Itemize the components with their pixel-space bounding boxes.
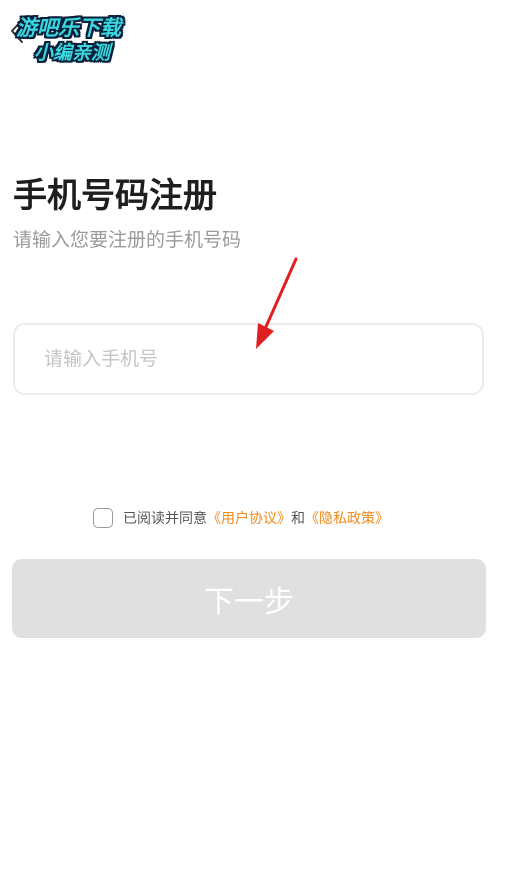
phone-input[interactable] [15,325,482,393]
next-step-button[interactable]: 下一步 [12,559,486,638]
watermark-line-2: 小编亲测 [34,42,111,64]
agreement-row: 已阅读并同意 《用户协议》 和 《隐私政策》 [93,506,389,530]
agreement-conjunction: 和 [291,511,305,527]
page-title: 手机号码注册 [13,176,217,216]
agreement-prefix: 已阅读并同意 [123,511,207,527]
annotation-arrow-icon [256,257,298,349]
watermark-logo: 游吧乐下载 小编亲测 [16,10,146,66]
page-subtitle: 请输入您要注册的手机号码 [13,229,242,251]
user-agreement-link[interactable]: 《用户协议》 [207,508,291,528]
phone-field[interactable] [13,323,484,395]
privacy-policy-link[interactable]: 《隐私政策》 [305,508,389,528]
agreement-checkbox[interactable] [93,508,113,528]
